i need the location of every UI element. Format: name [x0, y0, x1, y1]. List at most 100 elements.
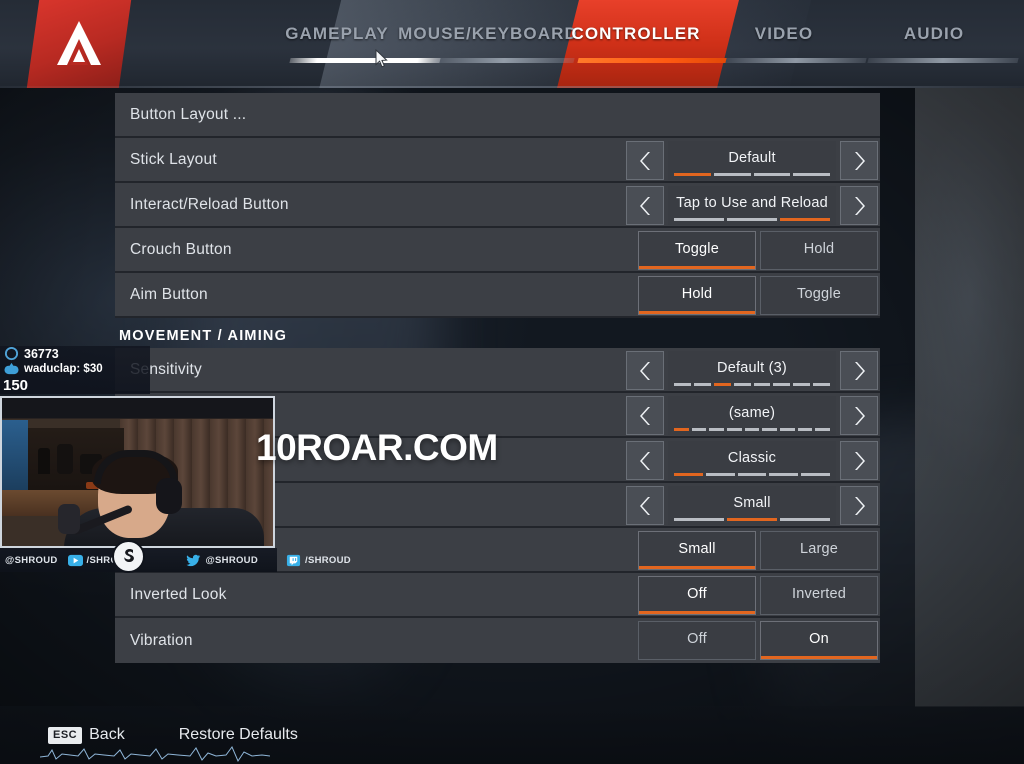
segment	[780, 518, 830, 521]
site-watermark: 10ROAR.COM	[256, 427, 498, 468]
stepper-control: Small	[626, 486, 878, 525]
chevron-left-icon[interactable]	[626, 441, 664, 480]
segment-indicator	[674, 428, 831, 431]
segment	[753, 173, 791, 176]
option-label: Toggle	[797, 285, 841, 302]
segment	[815, 428, 831, 431]
segment	[727, 428, 742, 431]
option-button[interactable]: Toggle	[760, 276, 878, 315]
toggle-control: Hold Toggle	[638, 276, 878, 315]
segment	[674, 218, 724, 221]
setting-row-crouch-button: Crouch Button Toggle Hold	[115, 228, 880, 273]
stepper-value: Tap to Use and Reload	[676, 194, 828, 211]
setting-row-button-layout[interactable]: Button Layout ...	[115, 93, 880, 138]
setting-label: Aim Button	[130, 285, 208, 303]
setting-row-vibration: Vibration Off On	[115, 618, 880, 663]
segment	[709, 428, 725, 431]
segment	[674, 428, 689, 431]
headphone-earcup	[156, 478, 182, 514]
option-button[interactable]: Large	[760, 531, 878, 570]
option-label: Small	[678, 540, 716, 557]
nav-tab-list: GAMEPLAY MOUSE/KEYBOARD CONTROLLER VIDEO…	[0, 0, 1024, 88]
tab-video-underline	[725, 58, 867, 63]
streamer-webcam	[0, 396, 275, 548]
section-title: MOVEMENT / AIMING	[119, 328, 288, 344]
mouse-cursor	[375, 49, 388, 68]
setting-row-aim-button: Aim Button Hold Toggle	[115, 273, 880, 318]
tab-gameplay[interactable]: GAMEPLAY	[262, 0, 412, 88]
streamer-brand-logo	[112, 540, 145, 573]
follower-icon	[4, 346, 19, 361]
segment	[793, 383, 811, 386]
setting-label: Crouch Button	[130, 240, 232, 258]
setting-row-interact-reload: Interact/Reload Button Tap to Use and Re…	[115, 183, 880, 228]
chevron-right-icon[interactable]	[840, 141, 878, 180]
segment	[762, 428, 778, 431]
segment	[733, 383, 751, 386]
segment	[769, 473, 799, 476]
stepper-value-area: Default	[668, 141, 836, 180]
segment	[674, 518, 724, 521]
stepper-control: (same)	[626, 396, 878, 435]
option-button-selected[interactable]: Hold	[638, 276, 756, 315]
twitch-handle: /SHROUD	[305, 554, 351, 566]
instagram-handle: @SHROUD	[5, 554, 58, 566]
setting-label: Interact/Reload Button	[130, 195, 289, 213]
option-button-selected[interactable]: Off	[638, 576, 756, 615]
back-button[interactable]: Back	[89, 726, 125, 744]
chevron-left-icon[interactable]	[626, 186, 664, 225]
stepper-value-area: (same)	[668, 396, 836, 435]
restore-defaults-button[interactable]: Restore Defaults	[179, 726, 298, 744]
settings-panel: Button Layout ... Stick Layout Default I…	[115, 93, 880, 663]
stepper-value-area: Tap to Use and Reload	[668, 186, 836, 225]
option-label: Off	[687, 630, 707, 647]
segment	[737, 473, 767, 476]
stepper-value: (same)	[728, 404, 776, 421]
youtube-icon	[67, 554, 83, 566]
tab-controller[interactable]: CONTROLLER	[560, 0, 712, 88]
chevron-right-icon[interactable]	[840, 351, 878, 390]
donation-text: waduclap: $30	[24, 362, 103, 375]
tab-mouse-keyboard[interactable]: MOUSE/KEYBOARD	[398, 0, 578, 88]
stepper-control: Default	[626, 141, 878, 180]
setting-label: Stick Layout	[130, 150, 217, 168]
stream-activity-graph	[40, 746, 270, 763]
chevron-left-icon[interactable]	[626, 486, 664, 525]
option-button-selected[interactable]: Toggle	[638, 231, 756, 270]
tab-audio-underline	[867, 58, 1019, 63]
stepper-value: Classic	[727, 449, 777, 466]
tab-audio[interactable]: AUDIO	[872, 0, 996, 88]
chevron-right-icon[interactable]	[840, 486, 878, 525]
option-button[interactable]: Hold	[760, 231, 878, 270]
option-button-selected[interactable]: On	[760, 621, 878, 660]
chevron-left-icon[interactable]	[626, 351, 664, 390]
setting-label: Inverted Look	[130, 585, 227, 603]
segment	[705, 473, 735, 476]
chevron-left-icon[interactable]	[626, 141, 664, 180]
social-twitter[interactable]: @SHROUD	[181, 553, 263, 568]
setting-row-inverted-look: Inverted Look Off Inverted	[115, 573, 880, 618]
option-button[interactable]: Inverted	[760, 576, 878, 615]
tab-video[interactable]: VIDEO	[722, 0, 846, 88]
social-instagram[interactable]: @SHROUD	[0, 555, 63, 566]
tab-mouse-keyboard-label: MOUSE/KEYBOARD	[398, 24, 578, 43]
stepper-value: Default (3)	[717, 359, 787, 376]
segment	[780, 218, 830, 221]
setting-row-sensitivity: Sensitivity Default (3)	[115, 348, 880, 393]
segment	[801, 473, 830, 476]
segment-indicator	[674, 518, 830, 521]
donation-line: waduclap: $30	[0, 361, 150, 376]
stepper-control: Classic	[626, 441, 878, 480]
option-label: Hold	[803, 240, 835, 257]
chevron-right-icon[interactable]	[840, 441, 878, 480]
chevron-right-icon[interactable]	[840, 396, 878, 435]
option-button[interactable]: Off	[638, 621, 756, 660]
option-button-selected[interactable]: Small	[638, 531, 756, 570]
microphone-icon	[58, 504, 80, 534]
chevron-right-icon[interactable]	[840, 186, 878, 225]
option-label: Large	[799, 540, 839, 557]
chevron-left-icon[interactable]	[626, 396, 664, 435]
social-twitch[interactable]: /SHROUD	[281, 553, 356, 568]
option-label: Toggle	[675, 240, 719, 257]
segment-indicator	[674, 383, 830, 386]
